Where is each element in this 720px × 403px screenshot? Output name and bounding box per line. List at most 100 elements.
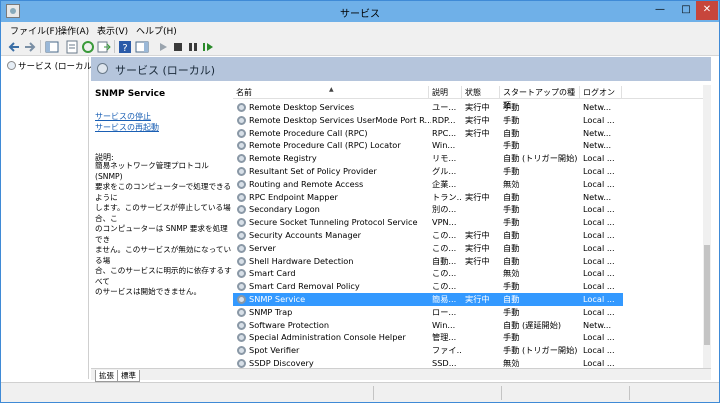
service-name: Smart Card Removal Policy: [249, 281, 360, 292]
service-gear-icon: [237, 282, 246, 292]
service-logon: Local ...: [583, 281, 615, 292]
service-gear-icon: [237, 243, 246, 253]
service-row[interactable]: SSDP Discovery SSD... 無効 Local ...: [233, 357, 623, 368]
service-row[interactable]: Remote Procedure Call (RPC) RPC... 実行中 自動 Ne…: [233, 127, 623, 140]
service-row[interactable]: Remote Desktop Services UserMode Port R.…: [233, 114, 623, 127]
service-name: Routing and Remote Access: [249, 178, 364, 189]
service-logon: Local ...: [583, 345, 615, 356]
service-row[interactable]: Remote Registry リモ... 自動 (トリガー開始) Local ...: [233, 152, 623, 165]
panel-header: サービス (ローカル): [91, 57, 711, 81]
help-icon[interactable]: ?: [118, 40, 132, 54]
service-row[interactable]: Special Administration Console Helper 管理.…: [233, 331, 623, 344]
service-name: Remote Procedure Call (RPC): [249, 127, 368, 138]
service-row[interactable]: Shell Hardware Detection 自動... 実行中 自動 Local …: [233, 255, 623, 268]
refresh-icon[interactable]: [81, 40, 95, 54]
console-tree-icon[interactable]: [45, 40, 59, 54]
minimize-button[interactable]: —: [647, 1, 673, 20]
service-row[interactable]: Security Accounts Manager この... 実行中 自動 Local…: [233, 229, 623, 242]
service-row[interactable]: Software Protection Win... 自動 (遅延開始) Netw..…: [233, 319, 623, 332]
service-logon: Local ...: [583, 217, 615, 228]
scrollbar-thumb[interactable]: [704, 245, 710, 345]
start-service-icon[interactable]: [156, 40, 170, 54]
service-description: この...: [432, 230, 457, 240]
close-button[interactable]: ✕: [696, 1, 718, 20]
restart-service-link[interactable]: サービスの再起動: [95, 122, 159, 133]
service-logon: Netw...: [583, 102, 612, 112]
column-description[interactable]: 説明: [429, 86, 462, 99]
service-logon: Local ...: [583, 255, 615, 266]
service-startup-type: 自動: [503, 294, 520, 304]
service-gear-icon: [237, 167, 246, 176]
service-name: Remote Registry: [249, 153, 317, 164]
service-startup-type: 無効: [503, 178, 520, 189]
service-row[interactable]: Spot Verifier ファイ... 手動 (トリガー開始) Local ...: [233, 344, 623, 357]
service-row[interactable]: SNMP Trap ロー... 手動 Local ...: [233, 306, 623, 319]
service-row[interactable]: RPC Endpoint Mapper トラン... 実行中 自動 Netw...: [233, 191, 623, 204]
service-gear-icon: [237, 346, 246, 356]
service-row[interactable]: Secure Socket Tunneling Protocol Service…: [233, 216, 623, 229]
service-row[interactable]: Secondary Logon 別の... 手動 Local ...: [233, 203, 623, 216]
tab-extended[interactable]: 拡張: [95, 370, 118, 382]
menu-action[interactable]: 操作(A): [58, 24, 89, 37]
service-name: Remote Procedure Call (RPC) Locator: [249, 140, 401, 151]
service-startup-type: 自動 (トリガー開始): [503, 153, 578, 164]
menu-file[interactable]: ファイル(F): [10, 24, 58, 37]
column-startup-type[interactable]: スタートアップの種類: [500, 86, 580, 110]
service-name: Security Accounts Manager: [249, 230, 362, 240]
service-status: 実行中: [465, 114, 490, 125]
service-gear-icon: [237, 359, 246, 368]
service-row[interactable]: Resultant Set of Policy Provider グル... 手動 L…: [233, 165, 623, 178]
menu-help[interactable]: ヘルプ(H): [136, 24, 177, 37]
service-row[interactable]: Smart Card この... 無効 Local ...: [233, 267, 623, 280]
service-startup-type: 自動 (遅延開始): [503, 319, 562, 330]
service-gear-icon: [237, 115, 246, 125]
forward-arrow-icon[interactable]: [23, 40, 37, 54]
service-gear-icon: [237, 218, 246, 228]
service-description: トラン...: [432, 191, 462, 202]
service-status: 実行中: [465, 191, 490, 202]
service-gear-icon: [237, 205, 246, 215]
restart-service-icon[interactable]: [201, 40, 215, 54]
service-startup-type: 手動: [503, 166, 520, 176]
service-row[interactable]: Remote Procedure Call (RPC) Locator Win..…: [233, 139, 623, 152]
service-logon: Local ...: [583, 114, 615, 125]
service-status: 実行中: [465, 102, 490, 112]
service-gear-icon: [237, 192, 246, 202]
service-logon: Local ...: [583, 358, 615, 368]
show-action-pane-icon[interactable]: [135, 40, 149, 54]
service-row[interactable]: SNMP Service 簡易... 実行中 自動 Local ...: [233, 293, 623, 306]
properties-icon[interactable]: [65, 40, 79, 54]
service-name: SNMP Service: [249, 294, 306, 304]
service-startup-type: 自動: [503, 242, 520, 253]
panel-title: サービス (ローカル): [115, 64, 216, 77]
service-description: VPN...: [432, 217, 457, 228]
service-logon: Local ...: [583, 153, 615, 164]
service-startup-type: 自動: [503, 127, 520, 138]
view-tabs: 拡張 標準: [91, 368, 711, 382]
service-row[interactable]: Server この... 実行中 自動 Local ...: [233, 242, 623, 255]
service-row[interactable]: Remote Desktop Services ユー... 実行中 手動 Netw...: [233, 101, 623, 114]
column-status[interactable]: 状態: [462, 86, 500, 99]
back-arrow-icon[interactable]: [7, 40, 21, 54]
menu-view[interactable]: 表示(V): [97, 24, 128, 37]
service-description: Win...: [432, 140, 456, 151]
column-logon[interactable]: ログオン: [580, 86, 622, 99]
tree-item-label: サービス (ローカル): [18, 62, 96, 72]
tab-standard[interactable]: 標準: [117, 370, 140, 382]
services-window: サービス — □ ✕ ファイル(F) 操作(A) 表示(V) ヘルプ(H) ? …: [0, 0, 720, 403]
service-row[interactable]: Routing and Remote Access 企業... 無効 Local ..…: [233, 178, 623, 191]
export-list-icon[interactable]: [97, 40, 111, 54]
service-name: Spot Verifier: [249, 345, 300, 356]
stop-service-icon[interactable]: [171, 40, 185, 54]
tree-item-services-local[interactable]: サービス (ローカル): [7, 60, 95, 72]
vertical-scrollbar[interactable]: [703, 85, 711, 368]
service-startup-type: 無効: [503, 358, 520, 368]
service-name: Shell Hardware Detection: [249, 255, 354, 266]
stop-service-link[interactable]: サービスの停止: [95, 111, 151, 122]
service-gear-icon: [237, 256, 246, 266]
pause-service-icon[interactable]: [186, 40, 200, 54]
service-row[interactable]: Smart Card Removal Policy この... 手動 Local ..…: [233, 280, 623, 293]
status-bar: [1, 382, 719, 402]
services-gear-icon: [7, 61, 16, 70]
service-description: 別の...: [432, 204, 457, 215]
